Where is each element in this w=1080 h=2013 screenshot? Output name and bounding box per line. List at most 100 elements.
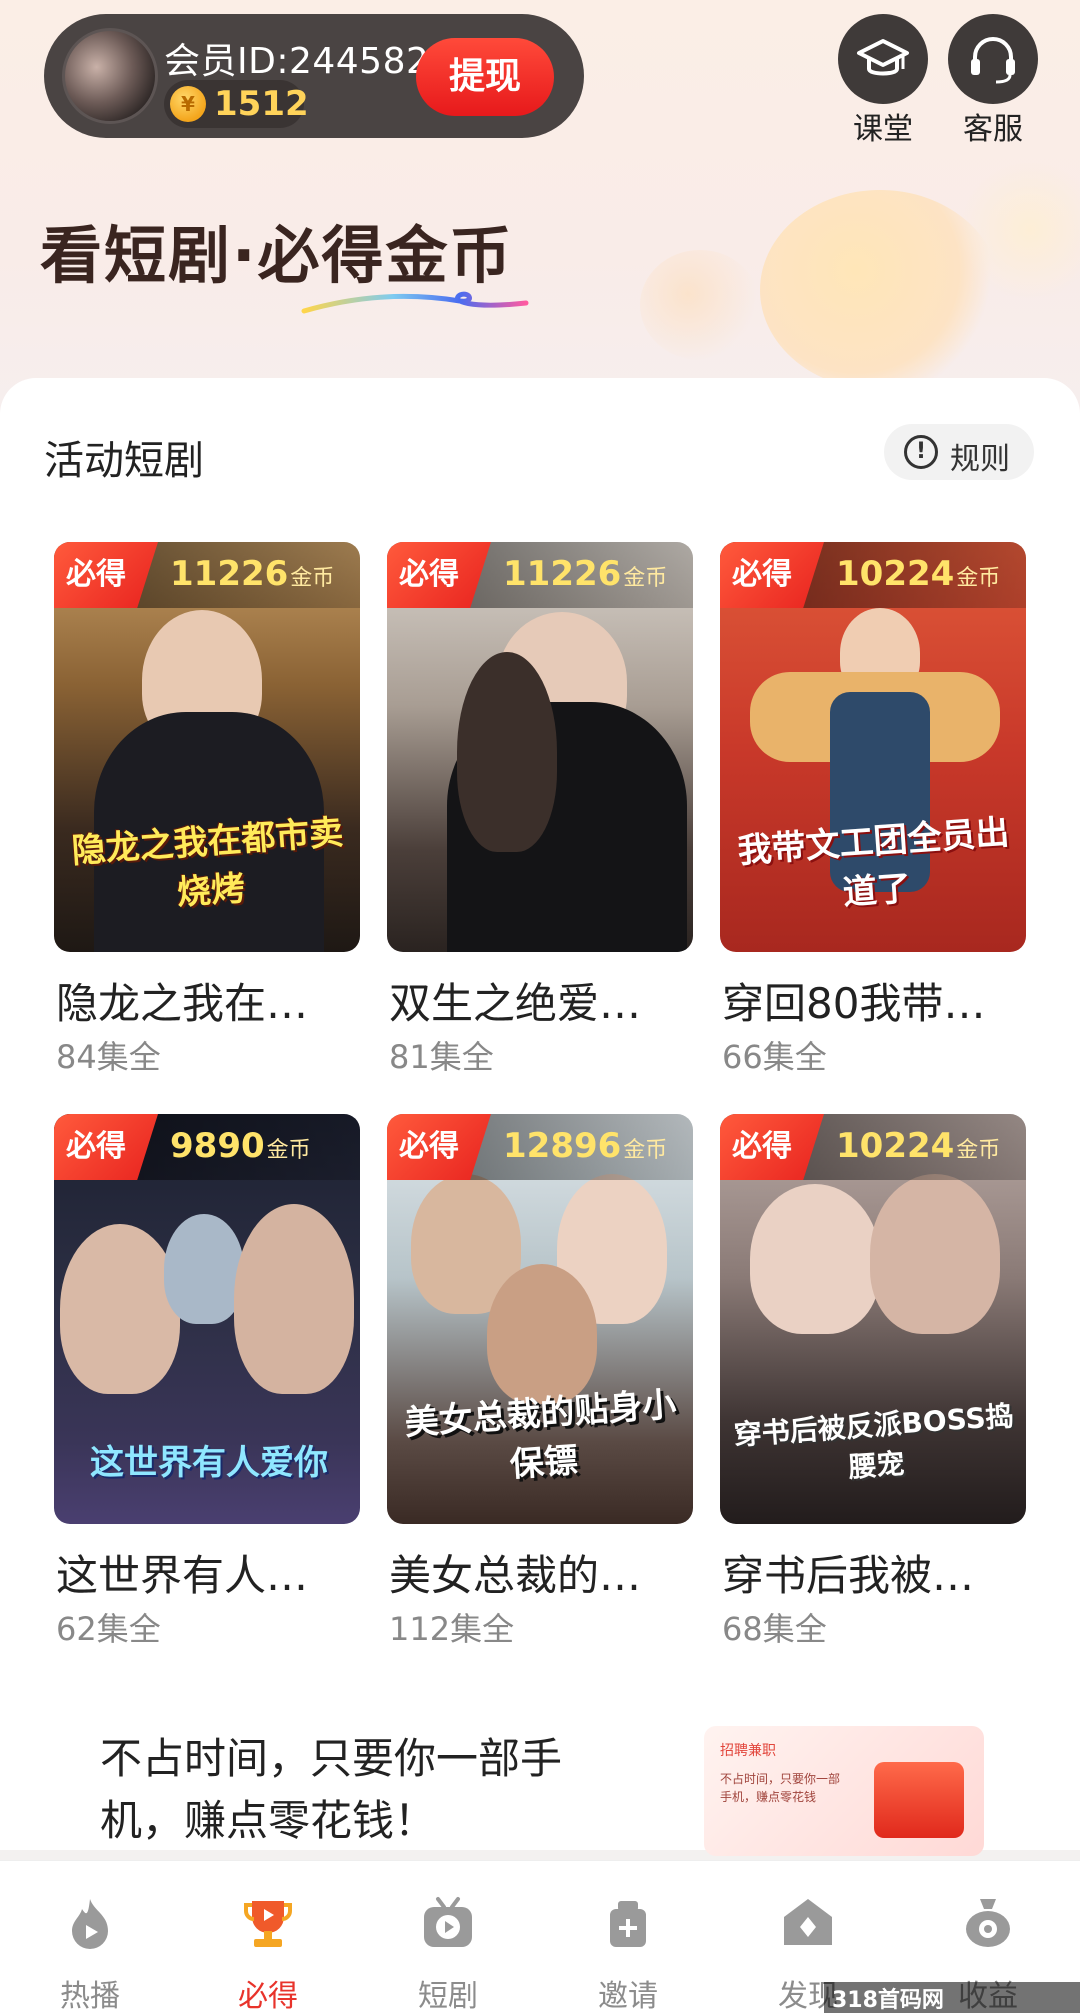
badge-coin-amount: 10224金币 bbox=[836, 554, 1000, 594]
drama-poster[interactable]: 这世界有人爱你 必得 9890金币 bbox=[54, 1114, 360, 1524]
poster-caption: 穿书后被反派BOSS捣腰宠 bbox=[732, 1399, 1015, 1484]
coin-value: 12896 bbox=[503, 1126, 622, 1166]
badge-coin-amount: 11226金币 bbox=[170, 554, 334, 594]
promo-thumb-tag: 招聘兼职 bbox=[720, 1743, 776, 1759]
decor-squiggle bbox=[301, 291, 529, 314]
promo-thumbnail[interactable]: 招聘兼职 不占时间，只要你一部手机，赚点零花钱 bbox=[704, 1726, 984, 1856]
tab-must-win[interactable]: 必得 bbox=[198, 1861, 338, 2013]
poster-caption: 美女总裁的贴身小保镖 bbox=[403, 1384, 678, 1486]
coin-unit: 金币 bbox=[266, 1138, 311, 1163]
drama-poster[interactable]: 美女总裁的贴身小保镖 必得 12896金币 bbox=[387, 1114, 693, 1524]
coin-value: 11226 bbox=[170, 554, 289, 594]
banner-headline: 看短剧·必得金币 bbox=[40, 219, 514, 292]
badge-must-label: 必得 bbox=[720, 1114, 824, 1180]
section-title: 活动短剧 bbox=[44, 438, 204, 484]
reward-badge: 必得 9890金币 bbox=[54, 1114, 360, 1180]
poster-figure bbox=[750, 1184, 880, 1334]
promo-thumb-text: 不占时间，只要你一部手机，赚点零花钱 bbox=[720, 1772, 841, 1804]
poster-figure bbox=[234, 1204, 354, 1394]
reward-badge: 必得 11226金币 bbox=[387, 542, 693, 608]
coin-unit: 金币 bbox=[956, 1138, 1001, 1163]
drama-poster[interactable]: 穿书后被反派BOSS捣腰宠 必得 10224金币 bbox=[720, 1114, 1026, 1524]
reward-badge: 必得 10224金币 bbox=[720, 1114, 1026, 1180]
coin-value: 10224 bbox=[836, 1126, 955, 1166]
service-button[interactable] bbox=[948, 14, 1038, 104]
decor-blob bbox=[640, 250, 760, 360]
discover-house-icon bbox=[784, 1899, 832, 1945]
badge-must-label: 必得 bbox=[54, 542, 158, 608]
badge-must-label: 必得 bbox=[387, 1114, 491, 1180]
coin-unit: 金币 bbox=[623, 1138, 668, 1163]
classroom-label: 课堂 bbox=[853, 112, 913, 147]
drama-episodes: 66集全 bbox=[722, 1038, 827, 1076]
drama-episodes: 84集全 bbox=[56, 1038, 161, 1076]
poster-figure bbox=[870, 1174, 1000, 1334]
drama-title[interactable]: 双生之绝爱… bbox=[389, 970, 709, 1031]
drama-poster[interactable]: 必得 11226金币 bbox=[387, 542, 693, 952]
classroom-button[interactable] bbox=[838, 14, 928, 104]
promo-banner[interactable]: 不占时间，只要你一部手机，赚点零花钱！ 招聘兼职 不占时间，只要你一部手机，赚点… bbox=[0, 1720, 1080, 1856]
avatar[interactable] bbox=[62, 28, 158, 124]
coin-unit: 金币 bbox=[290, 566, 335, 591]
gift-plus-icon bbox=[610, 1901, 646, 1947]
rules-button[interactable]: ! 规则 bbox=[884, 424, 1034, 480]
drama-title[interactable]: 美女总裁的… bbox=[389, 1542, 709, 1603]
tab-label: 短剧 bbox=[418, 1979, 478, 2013]
coin-icon: ¥ bbox=[170, 86, 206, 122]
trophy-icon bbox=[244, 1901, 292, 1947]
promo-text: 不占时间，只要你一部手机，赚点零花钱！ bbox=[100, 1734, 563, 1845]
drama-title[interactable]: 隐龙之我在… bbox=[56, 970, 376, 1031]
coin-value: 9890 bbox=[170, 1126, 265, 1166]
member-id: 会员ID:244582 bbox=[164, 41, 430, 82]
badge-coin-amount: 12896金币 bbox=[503, 1126, 667, 1166]
red-envelope-icon bbox=[874, 1762, 964, 1838]
rules-label: 规则 bbox=[950, 442, 1010, 477]
poster-figure bbox=[60, 1224, 180, 1394]
badge-coin-amount: 11226金币 bbox=[503, 554, 667, 594]
poster-caption: 我带文工团全员出道了 bbox=[736, 812, 1011, 914]
drama-title[interactable]: 这世界有人… bbox=[56, 1542, 376, 1603]
drama-poster[interactable]: 我带文工团全员出道了 必得 10224金币 bbox=[720, 542, 1026, 952]
headset-icon bbox=[971, 37, 1015, 84]
poster-figure bbox=[457, 652, 557, 852]
drama-title[interactable]: 穿回80我带… bbox=[722, 970, 1042, 1031]
badge-must-label: 必得 bbox=[387, 542, 491, 608]
coin-unit: 金币 bbox=[623, 566, 668, 591]
coin-balance: ¥ 1512 bbox=[164, 80, 309, 128]
site-watermark: 318首码网 www.e318.com bbox=[824, 1982, 1080, 2013]
tab-short-drama[interactable]: 短剧 bbox=[378, 1861, 518, 2013]
poster-caption: 隐龙之我在都市卖烧烤 bbox=[70, 812, 345, 914]
coin-unit: 金币 bbox=[956, 566, 1001, 591]
drama-title[interactable]: 穿书后我被… bbox=[722, 1542, 1042, 1603]
service-label: 客服 bbox=[963, 112, 1023, 147]
tab-hot[interactable]: 热播 bbox=[20, 1861, 160, 2013]
tab-label: 热播 bbox=[60, 1979, 120, 2013]
flame-icon bbox=[72, 1899, 108, 1949]
reward-badge: 必得 11226金币 bbox=[54, 542, 360, 608]
drama-episodes: 68集全 bbox=[722, 1610, 827, 1648]
tab-invite[interactable]: 邀请 bbox=[558, 1861, 698, 2013]
badge-must-label: 必得 bbox=[720, 542, 824, 608]
drama-episodes: 62集全 bbox=[56, 1610, 161, 1648]
drama-poster[interactable]: 隐龙之我在都市卖烧烤 必得 11226金币 bbox=[54, 542, 360, 952]
tab-label: 邀请 bbox=[598, 1979, 658, 2013]
coin-count: 1512 bbox=[214, 84, 309, 124]
tv-play-icon bbox=[424, 1897, 472, 1947]
tab-label: 必得 bbox=[238, 1979, 298, 2013]
badge-must-label: 必得 bbox=[54, 1114, 158, 1180]
badge-coin-amount: 9890金币 bbox=[170, 1126, 311, 1166]
drama-episodes: 112集全 bbox=[389, 1610, 515, 1648]
withdraw-button[interactable]: 提现 bbox=[416, 38, 554, 116]
member-pill[interactable]: 会员ID:244582 ¥ 1512 提现 bbox=[44, 14, 584, 138]
graduation-cap-icon bbox=[857, 39, 909, 76]
badge-coin-amount: 10224金币 bbox=[836, 1126, 1000, 1166]
drama-list-card: 活动短剧 ! 规则 隐龙之我在都市卖烧烤 必得 11226金币 隐龙之我在… 8… bbox=[0, 378, 1080, 1848]
poster-figure bbox=[164, 1214, 244, 1324]
info-icon: ! bbox=[904, 435, 938, 469]
coin-value: 10224 bbox=[836, 554, 955, 594]
poster-caption: 这世界有人爱你 bbox=[90, 1443, 328, 1483]
reward-badge: 必得 10224金币 bbox=[720, 542, 1026, 608]
coin-value: 11226 bbox=[503, 554, 622, 594]
money-bag-icon bbox=[966, 1899, 1010, 1947]
drama-episodes: 81集全 bbox=[389, 1038, 494, 1076]
